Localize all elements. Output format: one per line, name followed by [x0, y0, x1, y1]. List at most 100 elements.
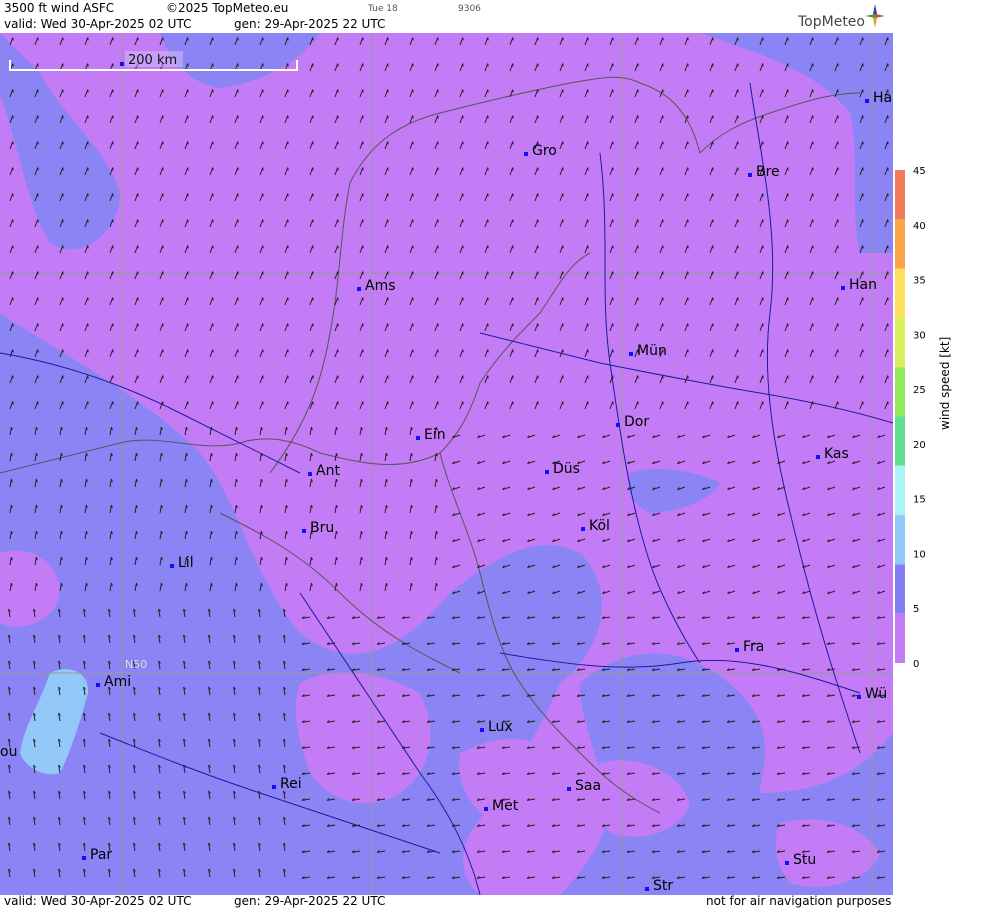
legend-color-swatch — [895, 268, 905, 318]
run-code: 9306 — [458, 4, 481, 14]
wind-arrow-head — [537, 219, 539, 223]
wind-arrow-head — [587, 63, 589, 67]
wind-arrow-head — [112, 401, 114, 405]
wind-arrow-head — [162, 401, 164, 405]
wind-arrow-head — [137, 89, 139, 93]
wind-arrow-head — [637, 323, 639, 327]
wind-arrow-head — [387, 115, 389, 119]
wind-arrow-head — [437, 193, 439, 197]
wind-arrow-head — [412, 167, 414, 171]
wind-arrow-head — [37, 271, 39, 275]
wind-arrow-head — [587, 349, 589, 353]
wind-arrow-head — [562, 323, 564, 327]
wind-map[interactable]: 200 km N50 Ha Gro Bre Ams Han Mün Dor Ei… — [0, 33, 893, 895]
wind-arrow-head — [887, 115, 889, 119]
wind-arrow-head — [612, 401, 614, 405]
wind-arrow-head — [787, 115, 789, 119]
wind-arrow-head — [187, 63, 189, 67]
wind-arrow-head — [637, 37, 639, 41]
wind-arrow-head — [737, 323, 739, 327]
wind-arrow-head — [512, 323, 514, 327]
wind-arrow-head — [712, 193, 714, 197]
wind-arrow-head — [762, 349, 764, 353]
wind-arrow-head — [12, 271, 14, 275]
wind-arrow-head — [687, 37, 689, 41]
wind-arrow-head — [437, 37, 439, 41]
wind-arrow-head — [812, 323, 814, 327]
city-label: Bru — [301, 520, 335, 536]
wind-arrow-head — [662, 401, 664, 405]
wind-arrow-head — [87, 167, 89, 171]
wind-arrow-head — [837, 141, 839, 145]
wind-arrow-head — [537, 245, 539, 249]
legend-title: wind speed [kt] — [938, 336, 952, 430]
wind-arrow-head — [262, 323, 264, 327]
wind-arrow-head — [37, 63, 39, 67]
wind-arrow-head — [537, 349, 539, 353]
legend-tick-label: 45 — [913, 166, 926, 177]
wind-arrow-head — [537, 115, 539, 119]
wind-arrow-head — [712, 323, 714, 327]
wind-arrow-head — [612, 375, 614, 379]
wind-arrow-head — [862, 401, 864, 405]
wind-arrow-head — [387, 63, 389, 67]
wind-arrow-head — [437, 297, 439, 301]
wind-arrow-head — [337, 63, 339, 67]
wind-arrow-head — [112, 167, 114, 171]
wind-arrow-head — [137, 167, 139, 171]
wind-arrow-head — [337, 401, 339, 405]
wind-arrow-head — [612, 271, 614, 275]
wind-arrow-head — [137, 245, 139, 249]
wind-arrow-head — [387, 401, 389, 405]
wind-arrow-head — [262, 271, 264, 275]
wind-arrow-head — [637, 401, 639, 405]
legend-color-swatch — [895, 564, 905, 614]
wind-arrow-head — [662, 271, 664, 275]
wind-arrow-head — [462, 219, 464, 223]
wind-arrow-head — [287, 167, 289, 171]
generated-time: gen: 29-Apr-2025 22 UTC — [234, 17, 386, 31]
wind-arrow-head — [662, 323, 664, 327]
wind-arrow-head — [862, 349, 864, 353]
wind-arrow-head — [712, 375, 714, 379]
wind-arrow-head — [162, 37, 164, 41]
wind-arrow-head — [37, 141, 39, 145]
wind-arrow-head — [362, 219, 364, 223]
wind-arrow-head — [787, 271, 789, 275]
wind-arrow-head — [562, 37, 564, 41]
legend-tick-label: 40 — [913, 221, 926, 232]
wind-arrow-head — [337, 219, 339, 223]
wind-arrow-head — [287, 271, 289, 275]
wind-arrow-head — [87, 115, 89, 119]
wind-arrow-head — [737, 115, 739, 119]
wind-arrow-head — [412, 141, 414, 145]
wind-arrow-head — [462, 349, 464, 353]
wind-arrow-head — [137, 141, 139, 145]
wind-arrow-head — [612, 115, 614, 119]
wind-arrow-head — [712, 349, 714, 353]
wind-arrow-head — [887, 245, 889, 249]
wind-arrow-head — [337, 167, 339, 171]
wind-arrow-head — [62, 141, 64, 145]
wind-arrow-head — [562, 375, 564, 379]
wind-arrow-head — [312, 401, 314, 405]
wind-arrow-head — [137, 323, 139, 327]
wind-arrow-head — [87, 375, 89, 379]
wind-arrow-head — [237, 219, 239, 223]
wind-arrow-head — [837, 219, 839, 223]
city-label: Bre — [748, 164, 780, 180]
wind-arrow-head — [437, 401, 439, 405]
wind-arrow-head — [712, 167, 714, 171]
wind-arrow-head — [637, 297, 639, 301]
wind-arrow-head — [437, 63, 439, 67]
footer-valid-time: valid: Wed 30-Apr-2025 02 UTC — [4, 894, 192, 908]
wind-arrow-head — [687, 271, 689, 275]
wind-arrow-head — [212, 271, 214, 275]
wind-arrow-head — [237, 115, 239, 119]
wind-arrow-head — [262, 375, 264, 379]
wind-arrow-head — [887, 323, 889, 327]
wind-arrow-head — [12, 245, 14, 249]
wind-arrow-head — [462, 167, 464, 171]
wind-arrow-head — [262, 245, 264, 249]
wind-arrow-head — [487, 167, 489, 171]
